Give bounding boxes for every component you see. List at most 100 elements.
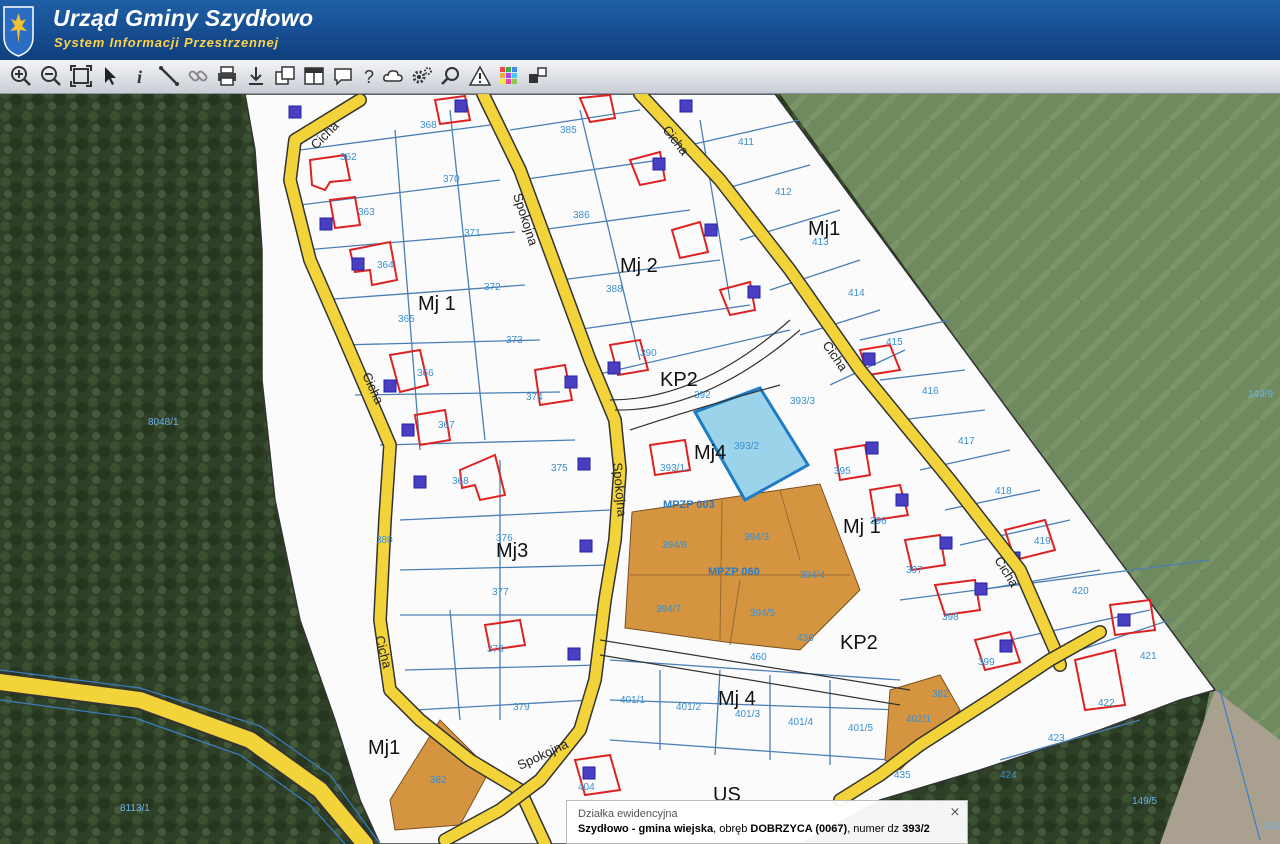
svg-text:367: 367 [438,420,455,431]
measure-icon[interactable] [157,64,181,88]
layers-icon[interactable] [273,64,297,88]
svg-text:394/6: 394/6 [662,540,687,551]
svg-text:375: 375 [551,463,568,474]
svg-text:386: 386 [573,210,590,221]
info-sep: , obręb [713,823,751,835]
zone-label: Mj4 [694,442,726,464]
info-category: Działka ewidencyjna [578,808,678,820]
svg-text:399: 399 [978,657,995,668]
svg-text:379: 379 [513,702,530,713]
link-icon[interactable] [186,64,210,88]
svg-text:MPZP 003: MPZP 003 [663,499,715,511]
zone-label: Mj 2 [620,255,658,277]
svg-text:390: 390 [640,348,657,359]
warning-icon[interactable] [468,64,492,88]
coat-of-arms-icon [3,6,34,57]
settings-icon[interactable] [410,64,434,88]
svg-text:422: 422 [1098,698,1115,709]
svg-text:401/2: 401/2 [676,702,701,713]
cloud-icon[interactable] [381,64,405,88]
svg-text:423: 423 [1048,733,1065,744]
svg-text:411: 411 [738,137,754,148]
info-municipality: Szydłowo - gmina wiejska [578,823,714,835]
svg-text:8113/1: 8113/1 [120,803,150,814]
help-icon[interactable]: ? [357,64,381,88]
svg-text:149/3: 149/3 [1262,821,1280,832]
svg-text:415: 415 [886,337,903,348]
info-sep: , numer dz [847,823,903,835]
svg-text:413: 413 [812,237,829,248]
svg-text:392: 392 [694,390,711,401]
svg-text:382: 382 [932,689,949,700]
layout-icon[interactable] [302,64,326,88]
svg-text:398: 398 [942,612,959,623]
svg-text:397: 397 [906,565,923,576]
svg-text:394/4: 394/4 [800,570,825,581]
close-icon[interactable]: ⨯ [948,805,962,819]
app-header: Urząd Gminy Szydłowo System Informacji P… [0,0,1280,60]
svg-text:382: 382 [430,775,447,786]
svg-text:414: 414 [848,288,865,299]
print-icon[interactable] [215,64,239,88]
zoom-extent-icon[interactable] [69,64,93,88]
info-icon[interactable]: i [128,64,152,88]
svg-text:MPZP 060: MPZP 060 [708,566,760,578]
svg-text:368: 368 [420,120,437,131]
svg-text:393/1: 393/1 [660,463,685,474]
svg-text:373: 373 [506,335,523,346]
app-title: Urząd Gminy Szydłowo [53,5,314,31]
svg-text:401/5: 401/5 [848,723,873,734]
svg-text:378: 378 [487,644,504,655]
svg-text:?: ? [364,67,374,87]
zone-label: Mj 4 [718,688,756,710]
select-arrow-icon[interactable] [99,64,123,88]
svg-text:436: 436 [797,633,814,644]
color-palette-icon[interactable] [497,64,521,88]
zoom-out-icon[interactable] [39,64,63,88]
svg-text:364: 364 [377,260,394,271]
svg-text:363: 363 [358,207,375,218]
zone-label: Mj 1 [418,293,456,315]
zoom-in-icon[interactable] [9,64,33,88]
svg-text:401/4: 401/4 [788,717,813,728]
svg-text:404: 404 [578,782,595,793]
svg-text:419: 419 [1034,536,1051,547]
svg-text:i: i [137,67,142,87]
info-parcel-number: 393/2 [902,823,930,835]
info-text: Szydłowo - gmina wiejska, obręb DOBRZYCA… [578,823,930,835]
svg-text:395: 395 [834,466,851,477]
svg-text:460: 460 [750,652,767,663]
parcel-info-popup: Działka ewidencyjna Szydłowo - gmina wie… [566,800,968,844]
svg-text:393/3: 393/3 [790,396,815,407]
comment-icon[interactable] [331,64,355,88]
svg-text:380: 380 [376,535,393,546]
zone-label: Mj1 [368,737,400,759]
svg-text:385: 385 [560,125,577,136]
svg-text:377: 377 [492,587,509,598]
filter-icon[interactable] [526,64,550,88]
map-canvas[interactable]: Mj 1 Mj 2 Mj1 KP2 Mj4 Mj 1 Mj3 KP2 Mj 4 … [0,94,1280,844]
svg-text:402/1: 402/1 [906,714,931,725]
svg-text:393/2: 393/2 [734,441,759,452]
svg-text:149/9: 149/9 [1248,389,1273,400]
svg-text:396: 396 [870,516,887,527]
zone-label: KP2 [840,632,878,654]
svg-text:149/5: 149/5 [1132,796,1157,807]
svg-text:368: 368 [452,476,469,487]
svg-text:421: 421 [1140,651,1157,662]
svg-text:401/1: 401/1 [620,695,645,706]
zone-label: KP2 [660,369,698,391]
search-icon[interactable] [439,64,463,88]
svg-text:416: 416 [922,386,939,397]
svg-text:420: 420 [1072,586,1089,597]
svg-text:370: 370 [443,174,460,185]
svg-text:417: 417 [958,436,975,447]
map-svg[interactable]: Mj 1 Mj 2 Mj1 KP2 Mj4 Mj 1 Mj3 KP2 Mj 4 … [0,94,1280,844]
svg-text:418: 418 [995,486,1012,497]
download-icon[interactable] [244,64,268,88]
svg-text:366: 366 [417,368,434,379]
map-toolbar: i ? [0,60,1280,94]
svg-text:362: 362 [340,152,357,163]
svg-text:376: 376 [496,533,513,544]
svg-text:365: 365 [398,314,415,325]
